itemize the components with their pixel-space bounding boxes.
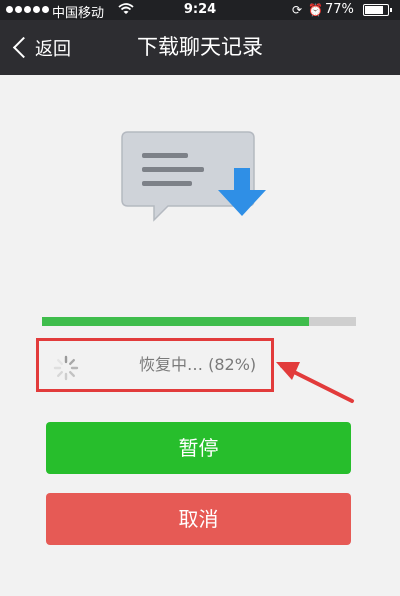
- back-label: 返回: [35, 38, 71, 60]
- rotation-lock-icon: ⟳: [292, 3, 303, 17]
- chevron-left-icon: [12, 36, 35, 59]
- chat-download-illustration: [120, 128, 285, 238]
- restore-status-box: 恢复中… (82%): [36, 338, 274, 392]
- restore-status-text: 恢复中… (82%): [139, 355, 257, 374]
- navigation-bar: 下载聊天记录 返回: [0, 20, 400, 75]
- progress-bar-fill: [42, 317, 309, 326]
- battery-icon: [363, 4, 392, 16]
- status-bar: 中国移动 9:24 ⟳ ⏰ 77%: [0, 0, 400, 21]
- cancel-button[interactable]: 取消: [46, 493, 351, 545]
- alarm-icon: ⏰: [308, 3, 323, 17]
- progress-bar: [42, 317, 356, 326]
- loading-spinner-icon: [53, 355, 79, 381]
- pause-button[interactable]: 暂停: [46, 422, 351, 474]
- battery-percentage: 77%: [325, 2, 354, 17]
- back-button[interactable]: 返回: [4, 20, 71, 75]
- battery-level: [365, 6, 384, 14]
- annotation-arrow-icon: [276, 362, 354, 403]
